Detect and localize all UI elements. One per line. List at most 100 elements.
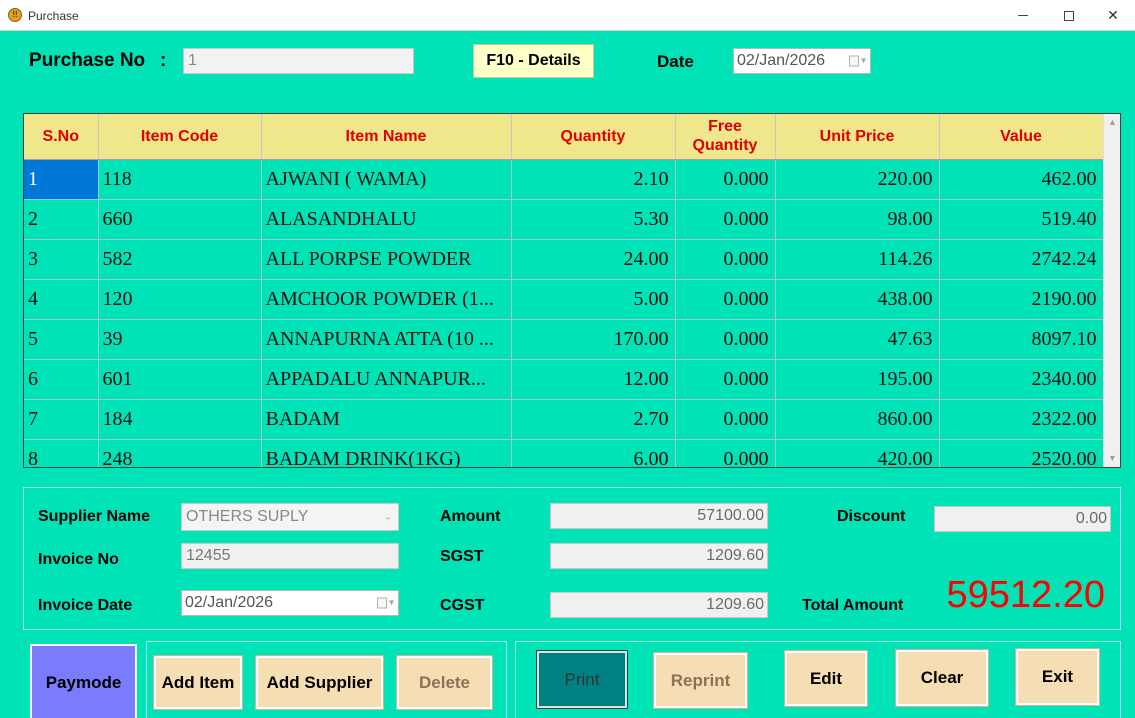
table-row[interactable]: 5 39 ANNAPURNA ATTA (10 ... 170.00 0.000 47.6… xyxy=(24,319,1104,360)
cell-value[interactable]: 2742.24 xyxy=(939,239,1104,280)
col-header-item-code[interactable]: Item Code xyxy=(98,114,262,160)
invoice-no-field[interactable]: 12455 xyxy=(181,543,399,569)
cell-unit-price[interactable]: 420.00 xyxy=(775,439,940,467)
cgst-label: CGST xyxy=(440,597,485,614)
edit-button[interactable]: Edit xyxy=(784,650,868,707)
close-button[interactable]: ✕ xyxy=(1090,0,1135,31)
invoice-date-picker[interactable]: 02/Jan/2026 ▾ xyxy=(181,590,399,616)
cell-item-name[interactable]: AMCHOOR POWDER (1... xyxy=(261,279,512,320)
cell-item-code[interactable]: 118 xyxy=(98,159,262,200)
col-header-item-name[interactable]: Item Name xyxy=(261,114,512,160)
cell-quantity[interactable]: 2.10 xyxy=(511,159,676,200)
purchase-no-field[interactable]: 1 xyxy=(183,48,414,74)
cell-free-quantity[interactable]: 0.000 xyxy=(675,439,776,467)
grid-scrollbar[interactable]: ▲ ▼ xyxy=(1103,114,1120,467)
cell-free-quantity[interactable]: 0.000 xyxy=(675,239,776,280)
cell-free-quantity[interactable]: 0.000 xyxy=(675,199,776,240)
cell-sno[interactable]: 7 xyxy=(24,399,99,440)
table-row[interactable]: 1 118 AJWANI ( WAMA) 2.10 0.000 220.00 462.00 xyxy=(24,159,1104,200)
cell-item-name[interactable]: ALASANDHALU xyxy=(261,199,512,240)
cell-free-quantity[interactable]: 0.000 xyxy=(675,399,776,440)
cell-sno[interactable]: 8 xyxy=(24,439,99,467)
cell-value[interactable]: 2340.00 xyxy=(939,359,1104,400)
print-button[interactable]: Print xyxy=(536,650,628,709)
minimize-button[interactable] xyxy=(1000,0,1046,31)
add-supplier-button[interactable]: Add Supplier xyxy=(255,655,384,710)
cell-item-name[interactable]: ALL PORPSE POWDER xyxy=(261,239,512,280)
chevron-down-icon[interactable]: ▾ xyxy=(861,56,866,67)
cell-value[interactable]: 462.00 xyxy=(939,159,1104,200)
cell-sno[interactable]: 6 xyxy=(24,359,99,400)
cell-item-code[interactable]: 39 xyxy=(98,319,262,360)
cell-item-code[interactable]: 582 xyxy=(98,239,262,280)
exit-button[interactable]: Exit xyxy=(1015,648,1100,706)
date-picker[interactable]: 02/Jan/2026 ▾ xyxy=(733,48,871,74)
cell-unit-price[interactable]: 114.26 xyxy=(775,239,940,280)
supplier-name-combo[interactable]: OTHERS SUPLY ⌄ xyxy=(181,503,399,531)
scroll-up-icon[interactable]: ▲ xyxy=(1104,114,1120,131)
cell-item-code[interactable]: 601 xyxy=(98,359,262,400)
cell-item-name[interactable]: BADAM xyxy=(261,399,512,440)
table-row[interactable]: 8 248 BADAM DRINK(1KG) 6.00 0.000 420.00 2520.… xyxy=(24,439,1104,467)
cell-quantity[interactable]: 170.00 xyxy=(511,319,676,360)
cell-unit-price[interactable]: 98.00 xyxy=(775,199,940,240)
cell-sno[interactable]: 2 xyxy=(24,199,99,240)
col-header-unit-price[interactable]: Unit Price xyxy=(775,114,940,160)
cell-item-name[interactable]: AJWANI ( WAMA) xyxy=(261,159,512,200)
col-header-sno[interactable]: S.No xyxy=(24,114,99,160)
table-row[interactable]: 7 184 BADAM 2.70 0.000 860.00 2322.00 xyxy=(24,399,1104,440)
cell-item-code[interactable]: 248 xyxy=(98,439,262,467)
cell-item-code[interactable]: 660 xyxy=(98,199,262,240)
table-row[interactable]: 2 660 ALASANDHALU 5.30 0.000 98.00 519.40 xyxy=(24,199,1104,240)
col-header-free-quantity[interactable]: Free Quantity xyxy=(675,114,776,160)
scroll-down-icon[interactable]: ▼ xyxy=(1104,450,1120,467)
cell-value[interactable]: 519.40 xyxy=(939,199,1104,240)
cell-item-name[interactable]: BADAM DRINK(1KG) xyxy=(261,439,512,467)
calendar-icon[interactable] xyxy=(848,55,859,67)
cell-free-quantity[interactable]: 0.000 xyxy=(675,359,776,400)
col-header-value[interactable]: Value xyxy=(939,114,1104,160)
table-row[interactable]: 3 582 ALL PORPSE POWDER 24.00 0.000 114.26 274… xyxy=(24,239,1104,280)
cell-value[interactable]: 2520.00 xyxy=(939,439,1104,467)
calendar-icon[interactable] xyxy=(376,597,387,609)
table-row[interactable]: 4 120 AMCHOOR POWDER (1... 5.00 0.000 438.00 2… xyxy=(24,279,1104,320)
amount-field: 57100.00 xyxy=(550,503,768,529)
cell-sno[interactable]: 5 xyxy=(24,319,99,360)
cell-item-code[interactable]: 184 xyxy=(98,399,262,440)
cell-free-quantity[interactable]: 0.000 xyxy=(675,279,776,320)
cell-unit-price[interactable]: 220.00 xyxy=(775,159,940,200)
cell-unit-price[interactable]: 438.00 xyxy=(775,279,940,320)
chevron-down-icon[interactable]: ▾ xyxy=(389,598,394,609)
cell-free-quantity[interactable]: 0.000 xyxy=(675,159,776,200)
cell-quantity[interactable]: 5.30 xyxy=(511,199,676,240)
cell-quantity[interactable]: 6.00 xyxy=(511,439,676,467)
cell-item-code[interactable]: 120 xyxy=(98,279,262,320)
add-item-button[interactable]: Add Item xyxy=(153,655,243,710)
details-button[interactable]: F10 - Details xyxy=(473,44,594,78)
items-grid[interactable]: S.No Item Code Item Name Quantity Free Q… xyxy=(23,113,1121,468)
cell-quantity[interactable]: 12.00 xyxy=(511,359,676,400)
discount-field[interactable]: 0.00 xyxy=(934,506,1111,532)
cell-unit-price[interactable]: 47.63 xyxy=(775,319,940,360)
cell-unit-price[interactable]: 195.00 xyxy=(775,359,940,400)
cell-value[interactable]: 2190.00 xyxy=(939,279,1104,320)
cell-sno[interactable]: 1 xyxy=(24,159,99,200)
maximize-button[interactable] xyxy=(1046,0,1092,31)
cell-free-quantity[interactable]: 0.000 xyxy=(675,319,776,360)
delete-button[interactable]: Delete xyxy=(396,655,493,710)
cell-item-name[interactable]: APPADALU ANNAPUR... xyxy=(261,359,512,400)
cell-unit-price[interactable]: 860.00 xyxy=(775,399,940,440)
paymode-button[interactable]: Paymode xyxy=(30,644,137,718)
cell-value[interactable]: 8097.10 xyxy=(939,319,1104,360)
cell-quantity[interactable]: 5.00 xyxy=(511,279,676,320)
clear-button[interactable]: Clear xyxy=(895,649,989,707)
cell-sno[interactable]: 3 xyxy=(24,239,99,280)
cell-quantity[interactable]: 2.70 xyxy=(511,399,676,440)
col-header-quantity[interactable]: Quantity xyxy=(511,114,676,160)
cell-quantity[interactable]: 24.00 xyxy=(511,239,676,280)
cell-item-name[interactable]: ANNAPURNA ATTA (10 ... xyxy=(261,319,512,360)
cell-sno[interactable]: 4 xyxy=(24,279,99,320)
cell-value[interactable]: 2322.00 xyxy=(939,399,1104,440)
reprint-button[interactable]: Reprint xyxy=(653,652,748,709)
table-row[interactable]: 6 601 APPADALU ANNAPUR... 12.00 0.000 195.00 2… xyxy=(24,359,1104,400)
